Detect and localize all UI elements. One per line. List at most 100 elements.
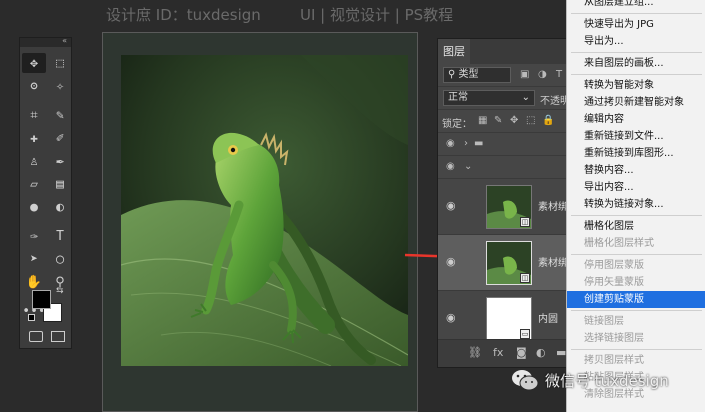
- add-mask-icon[interactable]: ◙: [516, 346, 527, 359]
- menu-separator: [571, 13, 702, 14]
- lizard-photo: [121, 55, 408, 366]
- crop-icon[interactable]: ⌗: [22, 105, 46, 125]
- quick-mask-icon[interactable]: [29, 331, 43, 342]
- menu-item[interactable]: 通过拷贝新建智能对象: [567, 94, 705, 111]
- blend-mode-value: 正常: [448, 92, 468, 103]
- menu-item[interactable]: 链接图层: [567, 313, 705, 330]
- menu-item[interactable]: 栅格化图层样式: [567, 235, 705, 252]
- marquee-icon[interactable]: ⬚: [48, 53, 72, 73]
- shape-layer-badge-icon: ▭: [520, 329, 530, 339]
- tools-panel: « ✥ ⬚ ʘ ✧ ⌗ ✎ ✚ ✐ ♙ ✒ ▱ ▤ ● ◐ ✑ T ➤ ◯ ✋ ⚲ ••• ⇆: [19, 36, 72, 349]
- screen-mode-icon[interactable]: [51, 331, 65, 342]
- menu-item[interactable]: 重新链接到文件...: [567, 128, 705, 145]
- layer-row-selected[interactable]: ◉ ◫ 素材绑: [438, 235, 576, 291]
- lock-artboard-icon[interactable]: ⬚: [526, 115, 535, 126]
- chevron-down-icon: ⌄: [521, 92, 530, 103]
- tool-separator: [22, 99, 72, 102]
- menu-item[interactable]: 停用图层蒙版: [567, 257, 705, 274]
- fx-icon[interactable]: fx: [493, 346, 503, 359]
- layer-filter-select[interactable]: ⚲ 类型: [443, 67, 511, 83]
- type-filter-icon[interactable]: T: [556, 69, 562, 80]
- document-canvas[interactable]: [102, 32, 418, 412]
- blend-mode-select[interactable]: 正常 ⌄: [443, 90, 535, 106]
- ellipse-icon[interactable]: ◯: [48, 249, 72, 269]
- eye-icon[interactable]: ◉: [446, 161, 455, 172]
- menu-item[interactable]: 快速导出为 JPG: [567, 16, 705, 33]
- menu-item[interactable]: 创建剪贴蒙版: [567, 291, 705, 308]
- tool-grid: ✥ ⬚ ʘ ✧ ⌗ ✎ ✚ ✐ ♙ ✒ ▱ ▤ ● ◐ ✑ T ➤ ◯ ✋ ⚲ •••: [20, 47, 71, 321]
- layer-thumbnail: ▭: [486, 297, 532, 341]
- eye-icon[interactable]: ◉: [446, 311, 456, 324]
- menu-item[interactable]: 导出为...: [567, 33, 705, 50]
- hand-icon[interactable]: ✋: [22, 272, 46, 292]
- layer-group-open-row[interactable]: ◉ ⌄: [438, 156, 576, 179]
- type-icon[interactable]: T: [48, 226, 72, 246]
- eraser-icon[interactable]: ▱: [22, 174, 46, 194]
- layer-group-row[interactable]: ◉ › ▬: [438, 133, 576, 156]
- menu-item[interactable]: 转换为链接对象...: [567, 196, 705, 213]
- lasso-icon[interactable]: ʘ: [22, 76, 46, 96]
- lock-all-icon[interactable]: 🔒: [542, 115, 554, 126]
- foreground-color-swatch[interactable]: [32, 290, 51, 309]
- swap-colors-icon[interactable]: ⇆: [56, 286, 64, 296]
- menu-item[interactable]: 栅格化图层: [567, 218, 705, 235]
- adjustment-filter-icon[interactable]: ◑: [538, 69, 547, 80]
- menu-separator: [571, 310, 702, 311]
- menu-item[interactable]: 替换内容...: [567, 162, 705, 179]
- layers-tab-bar: 图层: [438, 39, 576, 64]
- menu-item[interactable]: 重新链接到库图形...: [567, 145, 705, 162]
- new-group-icon[interactable]: ▬: [556, 346, 566, 359]
- chevron-right-icon[interactable]: ›: [464, 138, 468, 149]
- eye-icon[interactable]: ◉: [446, 255, 456, 268]
- lock-label: 锁定：: [442, 119, 472, 130]
- clone-stamp-icon[interactable]: ♙: [22, 151, 46, 171]
- history-brush-icon[interactable]: ✒: [48, 151, 72, 171]
- menu-separator: [571, 215, 702, 216]
- layer-thumbnail: ◫: [486, 241, 532, 285]
- layer-name[interactable]: 内圆: [538, 310, 558, 325]
- pen-icon[interactable]: ✑: [22, 226, 46, 246]
- pixel-filter-icon[interactable]: ▣: [520, 69, 529, 80]
- brush-icon[interactable]: ✐: [48, 128, 72, 148]
- eye-icon[interactable]: ◉: [446, 138, 455, 149]
- menu-item[interactable]: 来自图层的画板...: [567, 55, 705, 72]
- menu-item[interactable]: 导出内容...: [567, 179, 705, 196]
- link-layers-icon[interactable]: ⛓: [468, 346, 482, 359]
- layer-name[interactable]: 素材绑: [538, 198, 568, 213]
- folder-icon: ▬: [474, 138, 484, 149]
- blend-opacity-row: 正常 ⌄ 不透明: [438, 87, 576, 110]
- dodge-icon[interactable]: ◐: [48, 197, 72, 217]
- default-colors-icon[interactable]: [28, 314, 35, 321]
- tools-panel-header[interactable]: «: [20, 36, 71, 47]
- layer-name[interactable]: 素材绑: [538, 254, 568, 269]
- blur-icon[interactable]: ●: [22, 197, 46, 217]
- menu-item[interactable]: 拷贝图层样式: [567, 352, 705, 369]
- layers-panel: 图层 ⚲ 类型 ▣ ◑ T 正常 ⌄ 不透明 锁定： ▦ ✎ ✥ ⬚ 🔒 ◉ ›…: [437, 38, 577, 368]
- menu-item[interactable]: 选择链接图层: [567, 330, 705, 347]
- move-icon[interactable]: ✥: [22, 53, 46, 73]
- lock-position-icon[interactable]: ✥: [510, 115, 518, 126]
- tab-layers[interactable]: 图层: [438, 39, 470, 64]
- lock-image-icon[interactable]: ✎: [494, 115, 502, 126]
- eye-icon[interactable]: ◉: [446, 199, 456, 212]
- layer-row[interactable]: ◉ ◫ 素材绑: [438, 179, 576, 235]
- chevron-down-icon[interactable]: ⌄: [464, 161, 472, 172]
- lock-row: 锁定： ▦ ✎ ✥ ⬚ 🔒: [438, 110, 576, 133]
- menu-separator: [571, 74, 702, 75]
- collapse-icon[interactable]: «: [62, 36, 67, 45]
- gradient-icon[interactable]: ▤: [48, 174, 72, 194]
- menu-separator: [571, 52, 702, 53]
- healing-brush-icon[interactable]: ✚: [22, 128, 46, 148]
- lock-transparent-icon[interactable]: ▦: [478, 115, 487, 126]
- wechat-watermark-text: 微信号 tuxdesign: [545, 372, 669, 390]
- eyedropper-icon[interactable]: ✎: [48, 105, 72, 125]
- adjustment-layer-icon[interactable]: ◐: [536, 346, 546, 359]
- wechat-icon: [512, 370, 539, 391]
- magic-wand-icon[interactable]: ✧: [48, 76, 72, 96]
- menu-item[interactable]: 转换为智能对象: [567, 77, 705, 94]
- menu-item[interactable]: 停用矢量蒙版: [567, 274, 705, 291]
- menu-item[interactable]: 编辑内容: [567, 111, 705, 128]
- layer-thumbnail: ◫: [486, 185, 532, 229]
- path-selection-icon[interactable]: ➤: [22, 249, 46, 269]
- menu-item[interactable]: 从图层建立组...: [567, 0, 705, 11]
